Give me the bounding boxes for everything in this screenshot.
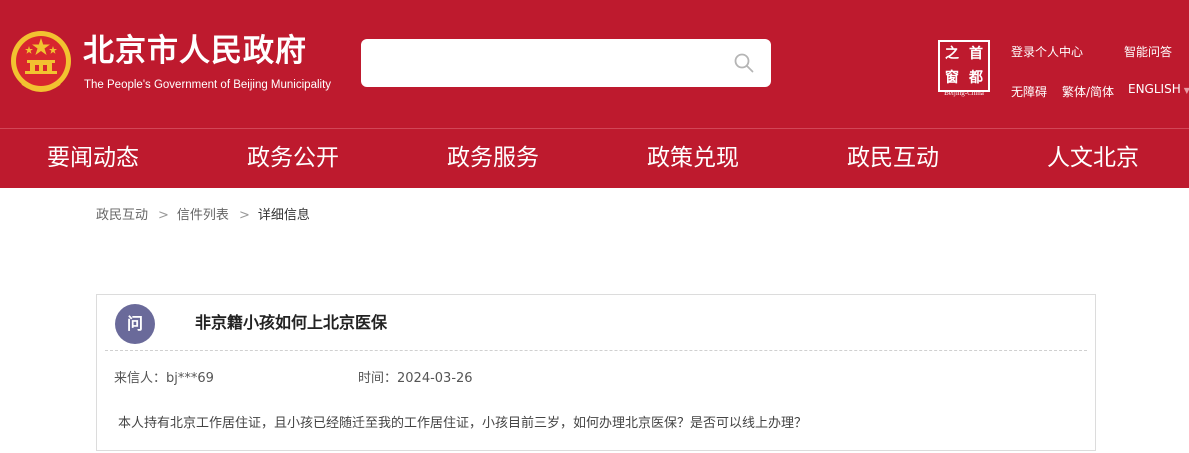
letter-card: 问 非京籍小孩如何上北京医保 来信人：bj***69 时间：2024-03-26… [96,294,1096,451]
site-header: 北京市人民政府 The People's Government of Beiji… [0,0,1189,128]
letter-date: 时间：2024-03-26 [358,371,473,386]
english-label: ENGLISH [1128,82,1181,96]
nav-item-gov-services[interactable]: 政务服务 [447,129,539,188]
login-link[interactable]: 登录个人中心 [1011,45,1083,59]
divider [105,350,1087,351]
search-input[interactable] [361,39,771,87]
letter-title: 非京籍小孩如何上北京医保 [195,313,388,332]
main-nav: 要闻动态 政务公开 政务服务 政策兑现 政民互动 人文北京 [0,128,1189,188]
breadcrumb-separator: > [238,208,250,223]
nav-item-gov-affairs[interactable]: 政务公开 [247,129,339,188]
letter-sender: 来信人：bj***69 [114,371,214,386]
search-icon[interactable] [733,52,755,74]
site-subtitle: The People's Government of Beijing Munic… [84,79,332,91]
seal-caption: Beijing-China [944,89,984,97]
seal-char: 首 [969,46,983,62]
breadcrumb: 政民互动 > 信件列表 > 详细信息 [96,207,310,225]
nav-item-culture[interactable]: 人文北京 [1047,129,1139,188]
nav-item-news[interactable]: 要闻动态 [47,129,139,188]
capital-window-seal[interactable]: 之 首 窗 都 [938,40,990,92]
breadcrumb-current: 详细信息 [257,208,310,223]
nav-item-interaction[interactable]: 政民互动 [847,129,939,188]
seal-char: 都 [969,70,983,86]
traditional-simplified-link[interactable]: 繁体/简体 [1062,85,1114,99]
question-badge: 问 [115,304,155,344]
accessibility-link[interactable]: 无障碍 [1011,85,1047,99]
nav-item-policy[interactable]: 政策兑现 [647,129,739,188]
chevron-down-icon: ▼ [1183,86,1189,95]
smart-qa-link[interactable]: 智能问答 [1124,45,1172,59]
seal-char: 之 [945,46,959,62]
seal-char: 窗 [945,70,959,86]
letter-body: 本人持有北京工作居住证，且小孩已经随迁至我的工作居住证，小孩目前三岁，如何办理北… [118,416,808,431]
national-emblem-icon[interactable] [8,27,74,97]
english-link[interactable]: ENGLISH ▼ [1128,82,1189,98]
breadcrumb-separator: > [158,208,169,223]
breadcrumb-interaction[interactable]: 政民互动 [96,208,148,223]
site-title[interactable]: 北京市人民政府 [83,33,307,69]
breadcrumb-letter-list[interactable]: 信件列表 [177,208,229,223]
